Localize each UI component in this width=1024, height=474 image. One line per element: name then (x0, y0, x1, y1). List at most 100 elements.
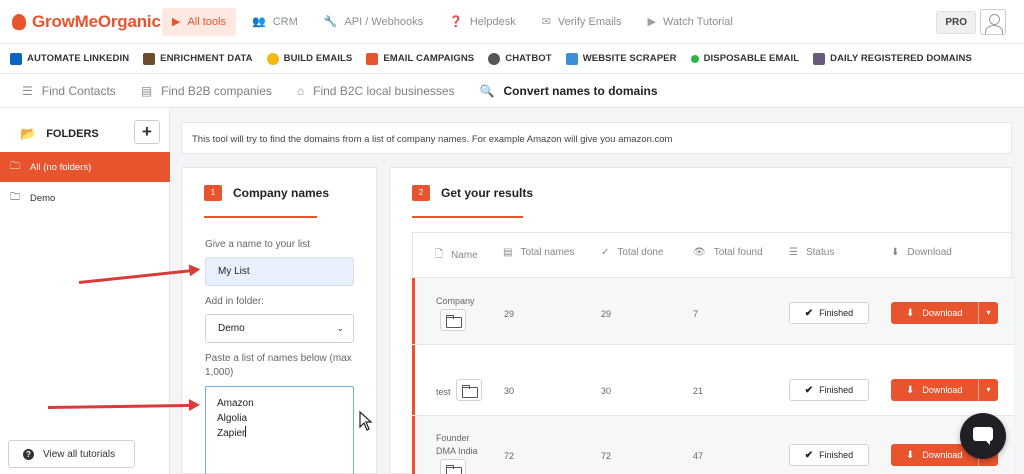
folder-label: All (no folders) (30, 161, 92, 173)
col-label: Total done (617, 247, 664, 258)
chevron-down-icon[interactable]: ▾ (978, 302, 998, 324)
open-folder-icon[interactable] (440, 309, 466, 331)
open-folder-icon[interactable] (456, 379, 482, 401)
nav-all-tools[interactable]: ▶ All tools (162, 7, 236, 36)
plan-badge[interactable]: PRO (936, 11, 976, 34)
text-caret (245, 426, 247, 437)
folder-item-all[interactable]: 🗀 All (no folders) (0, 152, 170, 182)
names-textarea[interactable]: Amazon Algolia Zapier (205, 386, 354, 474)
tool-chatbot[interactable]: CHATBOT (488, 52, 552, 65)
folders-sidebar: 📂 FOLDERS + 🗀 All (no folders) 🗀 Demo ? … (0, 108, 170, 474)
tool-label: CHATBOT (505, 53, 552, 64)
list-name-label: Give a name to your list (205, 239, 311, 250)
user-list-icon: ☰ (22, 83, 33, 98)
tool-label: DAILY REGISTERED DOMAINS (830, 53, 972, 64)
tool-build-emails[interactable]: BUILD EMAILS (266, 52, 353, 65)
check-icon: ✓ (601, 247, 610, 258)
col-status[interactable]: ☰ Status (789, 247, 834, 258)
logo[interactable]: GrowMeOrganic (0, 12, 162, 32)
row-name: DMA India (436, 446, 478, 456)
nav-verify-emails[interactable]: ✉ Verify Emails (532, 8, 632, 36)
status-label: Finished (819, 308, 854, 318)
store-icon: ⌂ (296, 83, 305, 98)
tool-label: BUILD EMAILS (283, 53, 353, 64)
col-label: Status (805, 247, 835, 258)
envelope-icon (366, 52, 379, 65)
tab-label: Find Contacts (41, 83, 116, 98)
avatar[interactable] (980, 9, 1006, 35)
tab-label: Find B2C local businesses (313, 83, 455, 98)
list-name-input[interactable]: My List (205, 257, 354, 286)
row-total-found: 7 (693, 309, 699, 319)
nav-label: API / Webhooks (344, 15, 424, 28)
folder-label: Demo (30, 192, 56, 204)
tab-label: Convert names to domains (503, 83, 658, 98)
tool-website-scraper[interactable]: WEBSITE SCRAPER (565, 52, 677, 65)
status-badge[interactable]: ✔ Finished (789, 302, 869, 324)
email-build-icon (266, 52, 279, 65)
download-label: Download (922, 385, 963, 395)
add-folder-button[interactable]: + (134, 120, 160, 144)
names-list-label: Paste a list of names below (max 1,000) (205, 353, 352, 378)
download-button[interactable]: ⬇ Download ▾ (891, 379, 998, 401)
eye-icon: 👁 (693, 247, 706, 258)
nav-label: Helpdesk (469, 15, 516, 28)
open-folder-icon[interactable] (440, 459, 466, 474)
row-total-names: 29 (504, 309, 515, 319)
col-name[interactable]: 🗋 Name (435, 247, 478, 264)
table-header: 🗋 Name ▤ Total names ✓ Total done 👁 Total fo… (413, 233, 1014, 277)
folder-select[interactable]: Demo ⌄ (205, 314, 354, 343)
tool-email-campaigns[interactable]: EMAIL CAMPAIGNS (366, 52, 474, 65)
nav-api-webhooks[interactable]: 🔧 API / Webhooks (314, 8, 433, 36)
view-all-tutorials-button[interactable]: ? View all tutorials (8, 440, 135, 468)
file-icon: 🗋 (435, 249, 444, 260)
col-total-names[interactable]: ▤ Total names (503, 247, 574, 258)
tool-enrichment-data[interactable]: ENRICHMENT DATA (143, 52, 253, 65)
tab-find-b2b-companies[interactable]: ▤ Find B2B companies (141, 74, 272, 108)
download-icon: ⬇ (906, 307, 915, 319)
mouse-pointer-icon (359, 411, 373, 431)
download-button[interactable]: ⬇ Download ▾ (891, 302, 998, 324)
tab-find-b2c-local-businesses[interactable]: ⌂ Find B2C local businesses (297, 74, 455, 108)
question-circle-icon: ❓ (449, 16, 463, 28)
nav-label: Watch Tutorial (662, 15, 733, 28)
tab-convert-names-to-domains[interactable]: 🔍 Convert names to domains (480, 74, 658, 108)
names-line: Amazon (217, 398, 254, 409)
step2-heading: 2 Get your results (412, 185, 533, 201)
nav-helpdesk[interactable]: ❓ Helpdesk (439, 8, 526, 36)
logo-icon (10, 13, 28, 31)
chat-bubble-icon[interactable] (960, 413, 1006, 459)
status-badge[interactable]: ✔ Finished (789, 379, 869, 401)
folder-item-demo[interactable]: 🗀 Demo (0, 183, 170, 213)
row-total-done: 30 (601, 386, 612, 396)
col-total-done[interactable]: ✓ Total done (601, 247, 664, 258)
database-icon (143, 52, 156, 65)
tab-find-contacts[interactable]: ☰ Find Contacts (22, 74, 116, 108)
folders-title-text: FOLDERS (46, 128, 99, 140)
check-icon: ✔ (804, 449, 814, 461)
names-line-text: Zapier (217, 428, 246, 439)
row-name: test (436, 387, 451, 397)
nav-crm[interactable]: 👥 CRM (242, 8, 308, 36)
list-file-icon: ▤ (503, 247, 513, 258)
top-nav: GrowMeOrganic ▶ All tools 👥 CRM 🔧 API / Web… (0, 0, 1024, 44)
col-total-found[interactable]: 👁 Total found (693, 247, 763, 258)
tool-disposable-email[interactable]: DISPOSABLE EMAIL (690, 53, 800, 64)
folder-icon: 🗀 (10, 191, 20, 203)
tool-daily-registered-domains[interactable]: DAILY REGISTERED DOMAINS (813, 52, 972, 65)
envelope-open-icon: ✉ (541, 16, 551, 28)
server-icon: ☰ (789, 247, 798, 258)
row-total-found: 47 (693, 451, 704, 461)
row-total-done: 29 (601, 309, 612, 319)
col-download[interactable]: ⬇ Download (891, 247, 952, 258)
step1-number: 1 (204, 185, 222, 201)
table-row: test 30 30 21 ✔ Finished ⬇ Download ▾ (412, 344, 1014, 415)
tool-automate-linkedin[interactable]: AUTOMATE LINKEDIN (10, 52, 129, 65)
chevron-down-icon[interactable]: ▾ (978, 379, 998, 401)
check-icon: ✔ (804, 307, 814, 319)
table-row: Company 29 29 7 ✔ Finished ⬇ Download ▾ (412, 277, 1014, 344)
results-table: 🗋 Name ▤ Total names ✓ Total done 👁 Total fo… (412, 232, 1014, 474)
status-badge[interactable]: ✔ Finished (789, 444, 869, 466)
folders-title: 📂 FOLDERS (20, 126, 99, 142)
nav-watch-tutorial[interactable]: ▶ Watch Tutorial (638, 8, 743, 36)
